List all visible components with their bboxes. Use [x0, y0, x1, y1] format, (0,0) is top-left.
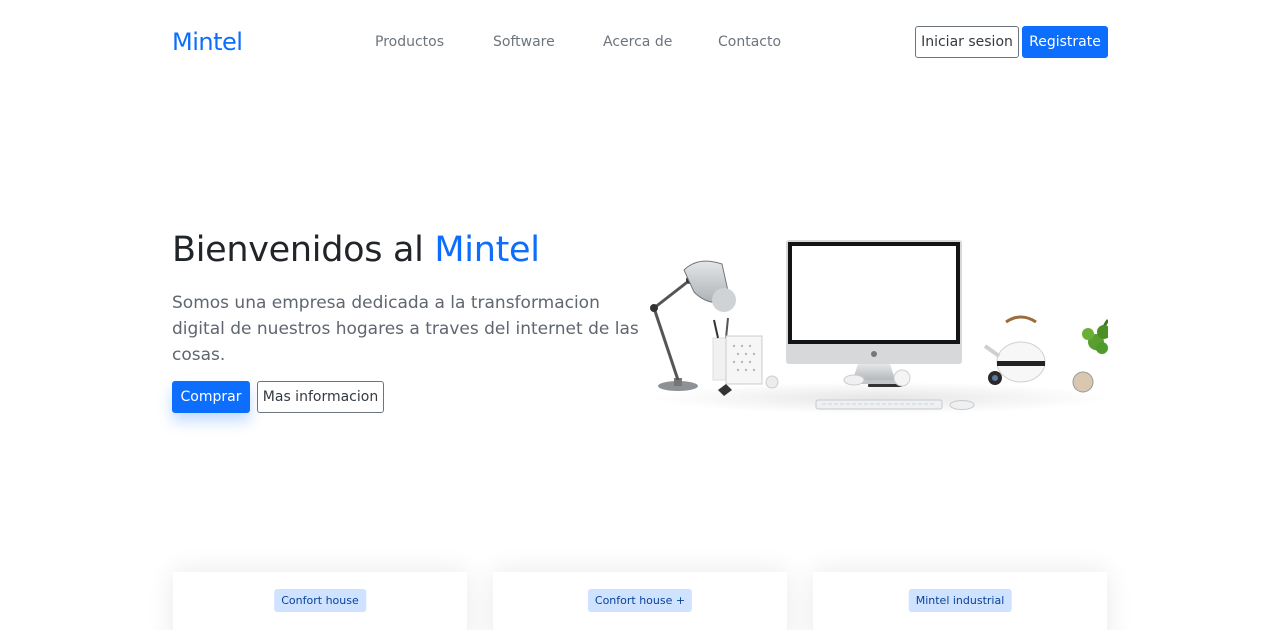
navbar: Mintel Productos Software Acerca de Cont…	[0, 0, 1280, 84]
keyboard	[815, 399, 943, 410]
hero-title-prefix: Bienvenidos al	[172, 230, 435, 270]
hero-subtitle: Somos una empresa dedicada a la transfor…	[172, 293, 639, 365]
nav-link-acerca-de[interactable]: Acerca de	[603, 33, 672, 51]
desk-setup-illustration	[650, 240, 1108, 414]
hero-title-accent: Mintel	[434, 230, 540, 270]
brand-logo[interactable]: Mintel	[172, 27, 243, 57]
hero-title: Bienvenidos al Mintel	[172, 228, 540, 272]
product-card: Confort house	[173, 572, 467, 630]
product-card: Mintel industrial	[813, 572, 1107, 630]
product-badge: Confort house +	[587, 589, 693, 612]
nav-link-software[interactable]: Software	[493, 33, 555, 51]
buy-button[interactable]: Comprar	[172, 381, 250, 413]
imac-computer	[786, 240, 962, 384]
nav-link-contacto[interactable]: Contacto	[718, 33, 781, 51]
mouse	[949, 400, 975, 410]
register-button[interactable]: Registrate	[1022, 26, 1108, 58]
product-badge: Mintel industrial	[908, 589, 1012, 612]
plant	[1082, 319, 1108, 354]
more-info-button[interactable]: Mas informacion	[257, 381, 384, 413]
nav-link-productos[interactable]: Productos	[375, 33, 444, 51]
product-badge: Confort house	[274, 589, 366, 612]
product-card: Confort house +	[493, 572, 787, 630]
login-button[interactable]: Iniciar sesion	[915, 26, 1019, 58]
